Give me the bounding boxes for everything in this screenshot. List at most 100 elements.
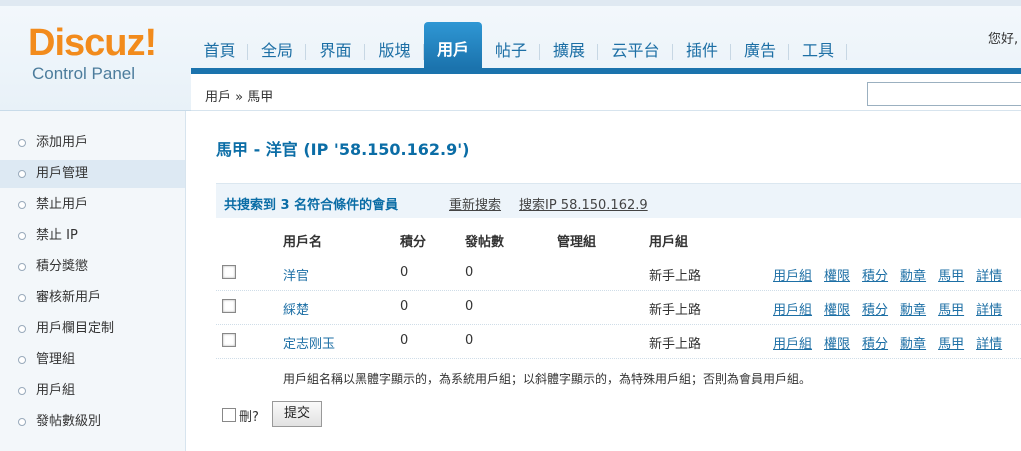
- sidebar-item-label: 禁止用戶: [36, 197, 89, 212]
- bullet-icon: [18, 418, 26, 426]
- column-header-username: 用戶名: [283, 235, 323, 250]
- sidebar-item-user-groups[interactable]: 用戶組: [0, 377, 185, 405]
- tab-home[interactable]: 首頁: [191, 34, 248, 68]
- table-row: 綵楚 0 0 新手上路 用戶組 權限 積分 勳章 馬甲 詳情: [216, 290, 1021, 325]
- sidebar-item-ban-ip[interactable]: 禁止 IP: [0, 222, 185, 250]
- bullet-icon: [18, 232, 26, 240]
- bullet-icon: [18, 387, 26, 395]
- tab-cloud[interactable]: 云平台: [598, 34, 673, 68]
- row-actions: 用戶組 權限 積分 勳章 馬甲 詳情: [773, 265, 1014, 284]
- action-credits-link[interactable]: 積分: [862, 269, 888, 284]
- tab-interface[interactable]: 界面: [306, 34, 365, 68]
- sidebar-item-post-levels[interactable]: 發帖數級別: [0, 408, 185, 436]
- header-topline: [0, 0, 1021, 6]
- sidebar-item-label: 管理組: [36, 352, 76, 367]
- sidebar-item-credits-reward[interactable]: 積分獎懲: [0, 253, 185, 281]
- action-user-group-link[interactable]: 用戶組: [773, 303, 812, 318]
- search-summary-bar: 共搜索到 3 名符合條件的會員 重新搜索 搜索IP 58.150.162.9: [216, 183, 1021, 218]
- delete-label: 刪?: [239, 410, 259, 425]
- posts-cell: 0: [465, 265, 474, 280]
- bullet-icon: [18, 201, 26, 209]
- action-permissions-link[interactable]: 權限: [824, 337, 850, 352]
- sidebar-item-label: 用戶管理: [36, 166, 89, 181]
- action-details-link[interactable]: 詳情: [976, 269, 1002, 284]
- action-sockpuppet-link[interactable]: 馬甲: [938, 337, 964, 352]
- posts-cell: 0: [465, 299, 474, 314]
- row-checkbox[interactable]: [222, 333, 236, 347]
- sidebar-item-label: 禁止 IP: [36, 228, 78, 243]
- action-medals-link[interactable]: 勳章: [900, 337, 926, 352]
- user-group-note: 用戶組名稱以黑體字顯示的，為系統用戶組；以斜體字顯示的，為特殊用戶組；否則為會員…: [283, 372, 812, 386]
- action-medals-link[interactable]: 勳章: [900, 269, 926, 284]
- tab-forums[interactable]: 版塊: [365, 34, 424, 68]
- research-link[interactable]: 重新搜索: [449, 194, 501, 213]
- sidebar-item-user-management[interactable]: 用戶管理: [0, 160, 185, 188]
- column-header-credits: 積分: [400, 235, 427, 250]
- sidebar-item-review-new-users[interactable]: 審核新用戶: [0, 284, 185, 312]
- search-input[interactable]: [867, 82, 1021, 106]
- row-actions: 用戶組 權限 積分 勳章 馬甲 詳情: [773, 299, 1014, 318]
- user-group-cell: 新手上路: [649, 303, 702, 318]
- sidebar-item-ban-user[interactable]: 禁止用戶: [0, 191, 185, 219]
- search-summary: 共搜索到 3 名符合條件的會員: [224, 198, 399, 213]
- sidebar: 添加用戶 用戶管理 禁止用戶 禁止 IP 積分獎懲 審核新用戶 用戶欄目定制 管…: [0, 111, 186, 451]
- action-credits-link[interactable]: 積分: [862, 303, 888, 318]
- sidebar-item-label: 審核新用戶: [36, 290, 102, 305]
- bullet-icon: [18, 294, 26, 302]
- tab-global[interactable]: 全局: [248, 34, 306, 68]
- bullet-icon: [18, 139, 26, 147]
- table-row: 洋官 0 0 新手上路 用戶組 權限 積分 勳章 馬甲 詳情: [216, 256, 1021, 291]
- sidebar-item-label: 發帖數級別: [36, 414, 102, 429]
- action-credits-link[interactable]: 積分: [862, 337, 888, 352]
- action-sockpuppet-link[interactable]: 馬甲: [938, 269, 964, 284]
- tab-extensions[interactable]: 擴展: [540, 34, 598, 68]
- action-medals-link[interactable]: 勳章: [900, 303, 926, 318]
- top-nav: 首頁 全局 界面 版塊 用戶 帖子 擴展 云平台 插件 廣告 工具: [191, 22, 1021, 68]
- column-header-posts: 發帖數: [465, 235, 505, 250]
- bullet-icon: [18, 325, 26, 333]
- sidebar-item-add-user[interactable]: 添加用戶: [0, 129, 185, 157]
- user-group-cell: 新手上路: [649, 337, 702, 352]
- tab-users[interactable]: 用戶: [424, 22, 482, 68]
- sidebar-item-label: 用戶組: [36, 383, 76, 398]
- posts-cell: 0: [465, 333, 474, 348]
- header: Discuz! Control Panel 首頁 全局 界面 版塊 用戶 帖子 …: [0, 0, 1021, 111]
- bullet-icon: [18, 356, 26, 364]
- credits-cell: 0: [400, 333, 409, 348]
- tab-tools[interactable]: 工具: [789, 34, 847, 68]
- table-row: 定志刚玉 0 0 新手上路 用戶組 權限 積分 勳章 馬甲 詳情: [216, 324, 1021, 359]
- breadcrumb: 用戶 » 馬甲: [205, 90, 274, 105]
- action-permissions-link[interactable]: 權限: [824, 269, 850, 284]
- logo[interactable]: Discuz! Control Panel: [28, 22, 157, 84]
- action-sockpuppet-link[interactable]: 馬甲: [938, 303, 964, 318]
- sidebar-item-label: 用戶欄目定制: [36, 321, 115, 336]
- username-link[interactable]: 洋官: [283, 265, 309, 284]
- column-header-admin-group: 管理組: [557, 235, 597, 250]
- bullet-icon: [18, 263, 26, 271]
- sidebar-item-admin-groups[interactable]: 管理組: [0, 346, 185, 374]
- tab-posts[interactable]: 帖子: [482, 34, 540, 68]
- search-ip-link[interactable]: 搜索IP 58.150.162.9: [519, 194, 648, 213]
- user-greeting: 您好,: [988, 32, 1019, 47]
- username-link[interactable]: 定志刚玉: [283, 333, 335, 352]
- main-content: 馬甲 - 洋官 (IP '58.150.162.9') 共搜索到 3 名符合條件…: [191, 111, 1021, 451]
- sidebar-item-label: 積分獎懲: [36, 259, 89, 274]
- action-user-group-link[interactable]: 用戶組: [773, 337, 812, 352]
- action-permissions-link[interactable]: 權限: [824, 303, 850, 318]
- page-title: 馬甲 - 洋官 (IP '58.150.162.9'): [216, 140, 470, 159]
- credits-cell: 0: [400, 265, 409, 280]
- tab-ads[interactable]: 廣告: [731, 34, 789, 68]
- tab-plugins[interactable]: 插件: [673, 34, 731, 68]
- row-checkbox[interactable]: [222, 299, 236, 313]
- logo-subtitle: Control Panel: [32, 64, 136, 83]
- row-checkbox[interactable]: [222, 265, 236, 279]
- credits-cell: 0: [400, 299, 409, 314]
- sidebar-item-profile-fields[interactable]: 用戶欄目定制: [0, 315, 185, 343]
- submit-button[interactable]: 提交: [272, 401, 322, 427]
- username-link[interactable]: 綵楚: [283, 299, 309, 318]
- delete-checkbox[interactable]: [222, 408, 236, 422]
- action-details-link[interactable]: 詳情: [976, 303, 1002, 318]
- action-details-link[interactable]: 詳情: [976, 337, 1002, 352]
- action-user-group-link[interactable]: 用戶組: [773, 269, 812, 284]
- logo-brand: Discuz!: [28, 22, 157, 64]
